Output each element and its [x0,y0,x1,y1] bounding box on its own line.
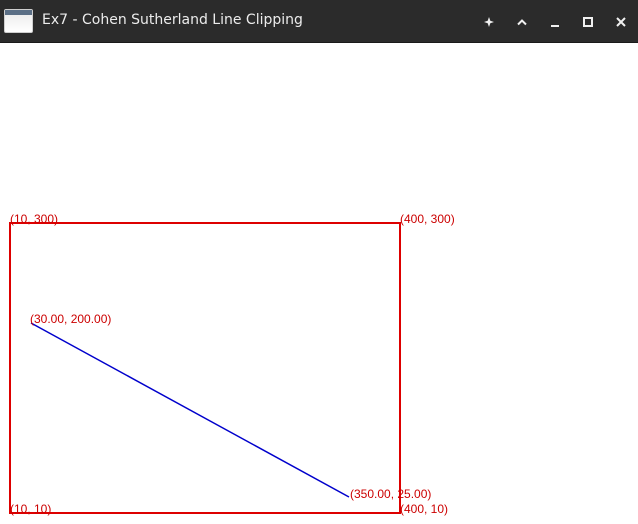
corner-label-top-right: (400, 300) [400,212,455,226]
corner-label-bottom-right: (400, 10) [400,502,448,516]
app-window: Ex7 - Cohen Sutherland Line Clipping (10… [0,0,638,524]
chevron-up-icon[interactable] [511,11,533,33]
close-icon[interactable] [610,11,632,33]
window-title: Ex7 - Cohen Sutherland Line Clipping [42,12,303,28]
maximize-icon[interactable] [577,11,599,33]
drawing-canvas: (10, 300) (400, 300) (10, 10) (400, 10) … [0,43,638,524]
clip-window-rectangle [9,222,401,514]
app-window-icon[interactable] [4,9,33,33]
clipped-line-segment [30,322,350,498]
title-bar[interactable]: Ex7 - Cohen Sutherland Line Clipping [0,0,638,43]
corner-label-top-left: (10, 300) [10,212,58,226]
line-end-label: (350.00, 25.00) [350,487,431,501]
corner-label-bottom-left: (10, 10) [10,502,51,516]
pin-icon[interactable] [478,11,500,33]
minimize-icon[interactable] [544,11,566,33]
line-start-label: (30.00, 200.00) [30,312,111,326]
